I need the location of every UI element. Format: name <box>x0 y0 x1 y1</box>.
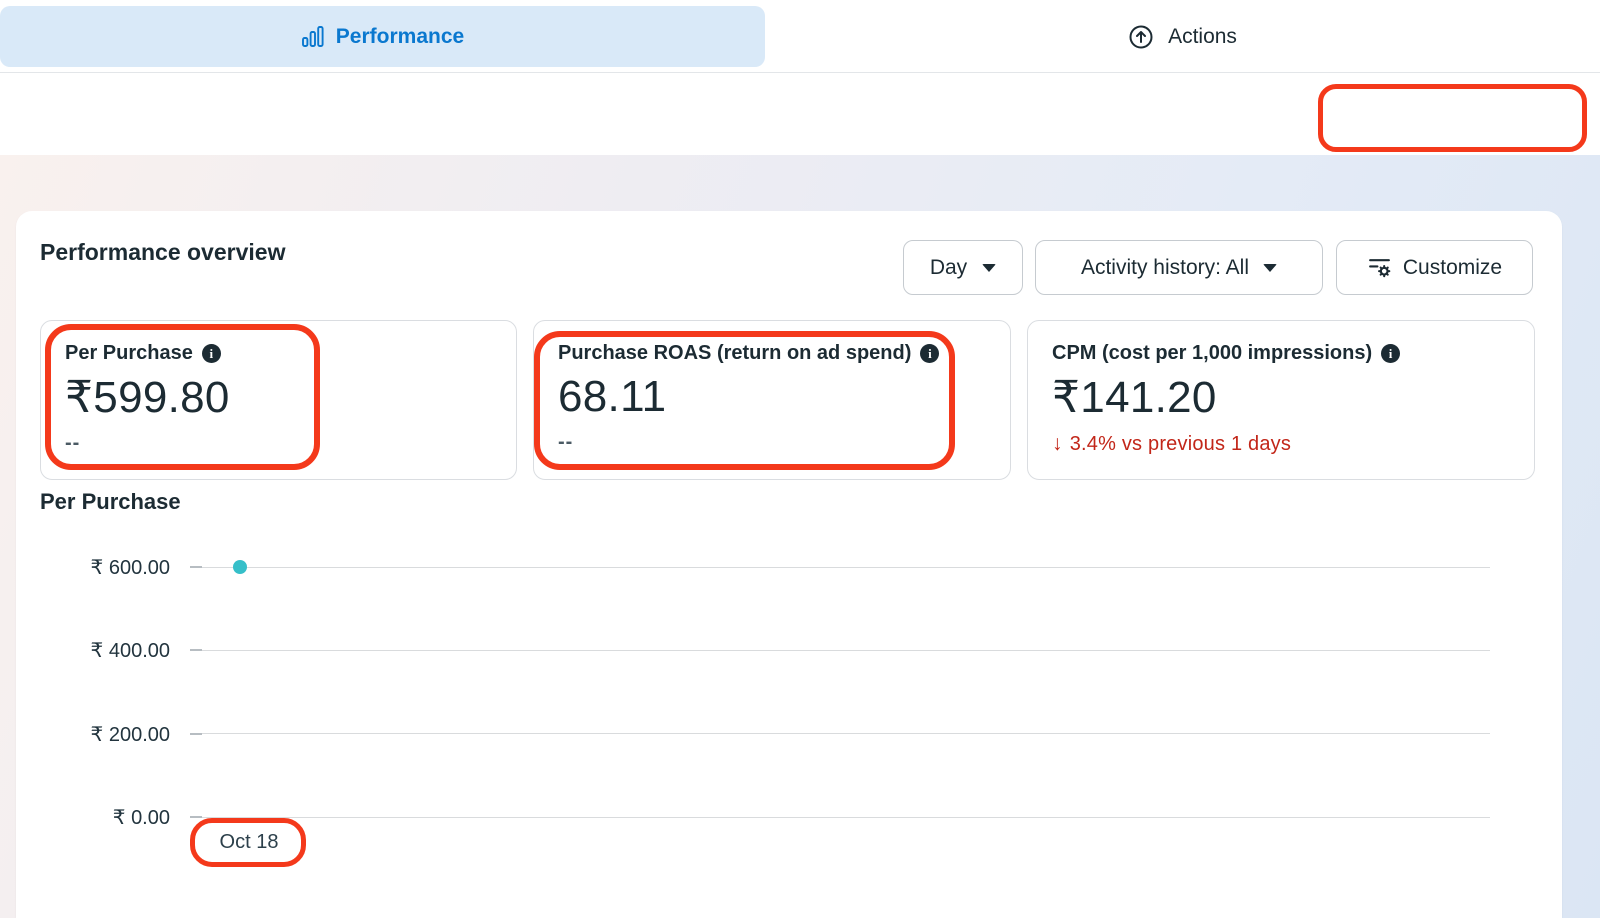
top-tab-bar: Performance Actions <box>0 0 1600 73</box>
metric-comparison: -- <box>65 432 492 455</box>
axis-tick <box>190 733 202 735</box>
customize-button[interactable]: Customize <box>1336 240 1533 295</box>
y-axis-tick-label: ₹ 400.00 <box>16 638 170 663</box>
customize-settings-icon <box>1367 255 1392 280</box>
axis-tick <box>190 566 202 568</box>
per-purchase-chart: Oct 18 ₹ 600.00 ₹ 400.00 ₹ 200.00 ₹ 0.00 <box>16 211 1562 918</box>
metric-value: 68.11 <box>558 372 986 422</box>
toolbar-row: Oct 18, 2025 <box>0 73 1600 155</box>
metric-comparison: ↓ 3.4% vs previous 1 days <box>1052 432 1510 456</box>
time-breakdown-dropdown[interactable]: Day <box>903 240 1023 295</box>
y-axis-tick-label: ₹ 0.00 <box>16 805 170 830</box>
chevron-down-icon <box>982 264 996 272</box>
info-icon[interactable]: i <box>920 344 939 363</box>
grid-line <box>190 817 1490 818</box>
y-axis-tick-label: ₹ 200.00 <box>16 722 170 747</box>
chevron-down-icon <box>1263 264 1277 272</box>
grid-line <box>190 650 1490 651</box>
metric-label: Per Purchase <box>65 342 193 365</box>
time-breakdown-label: Day <box>930 256 967 280</box>
tab-performance[interactable]: Performance <box>0 6 765 67</box>
info-icon[interactable]: i <box>1381 344 1400 363</box>
grid-line <box>190 567 1490 568</box>
grid-line <box>190 733 1490 734</box>
x-axis-label: Oct 18 <box>206 831 292 854</box>
metric-card-purchase-roas: Purchase ROAS (return on ad spend) i 68.… <box>533 320 1011 480</box>
page-title: Performance overview <box>40 239 285 266</box>
metric-comparison: -- <box>558 431 986 454</box>
metric-label: CPM (cost per 1,000 impressions) <box>1052 342 1372 365</box>
down-arrow-icon: ↓ <box>1052 432 1063 456</box>
chart-title: Per Purchase <box>40 489 181 515</box>
y-axis-tick-label: ₹ 600.00 <box>16 555 170 580</box>
axis-tick <box>190 816 202 818</box>
metric-value: ₹599.80 <box>65 372 492 423</box>
tab-actions-label: Actions <box>1168 25 1237 49</box>
metric-label: Purchase ROAS (return on ad spend) <box>558 342 911 365</box>
info-icon[interactable]: i <box>202 344 221 363</box>
axis-tick <box>190 649 202 651</box>
bar-chart-icon <box>301 25 325 49</box>
tab-actions[interactable]: Actions <box>765 6 1600 67</box>
metric-value: ₹141.20 <box>1052 372 1510 423</box>
metric-card-per-purchase: Per Purchase i ₹599.80 -- <box>40 320 517 480</box>
metric-card-cpm: CPM (cost per 1,000 impressions) i ₹141.… <box>1027 320 1535 480</box>
metric-delta-text: 3.4% vs previous 1 days <box>1070 433 1291 456</box>
activity-history-dropdown[interactable]: Activity history: All <box>1035 240 1323 295</box>
tab-performance-label: Performance <box>336 25 464 49</box>
arrow-up-circle-icon <box>1128 24 1154 50</box>
activity-history-label: Activity history: All <box>1081 256 1249 280</box>
performance-overview-panel: Performance overview Day Activity histor… <box>16 211 1562 918</box>
customize-label: Customize <box>1403 256 1502 280</box>
chart-data-point[interactable] <box>233 560 247 574</box>
